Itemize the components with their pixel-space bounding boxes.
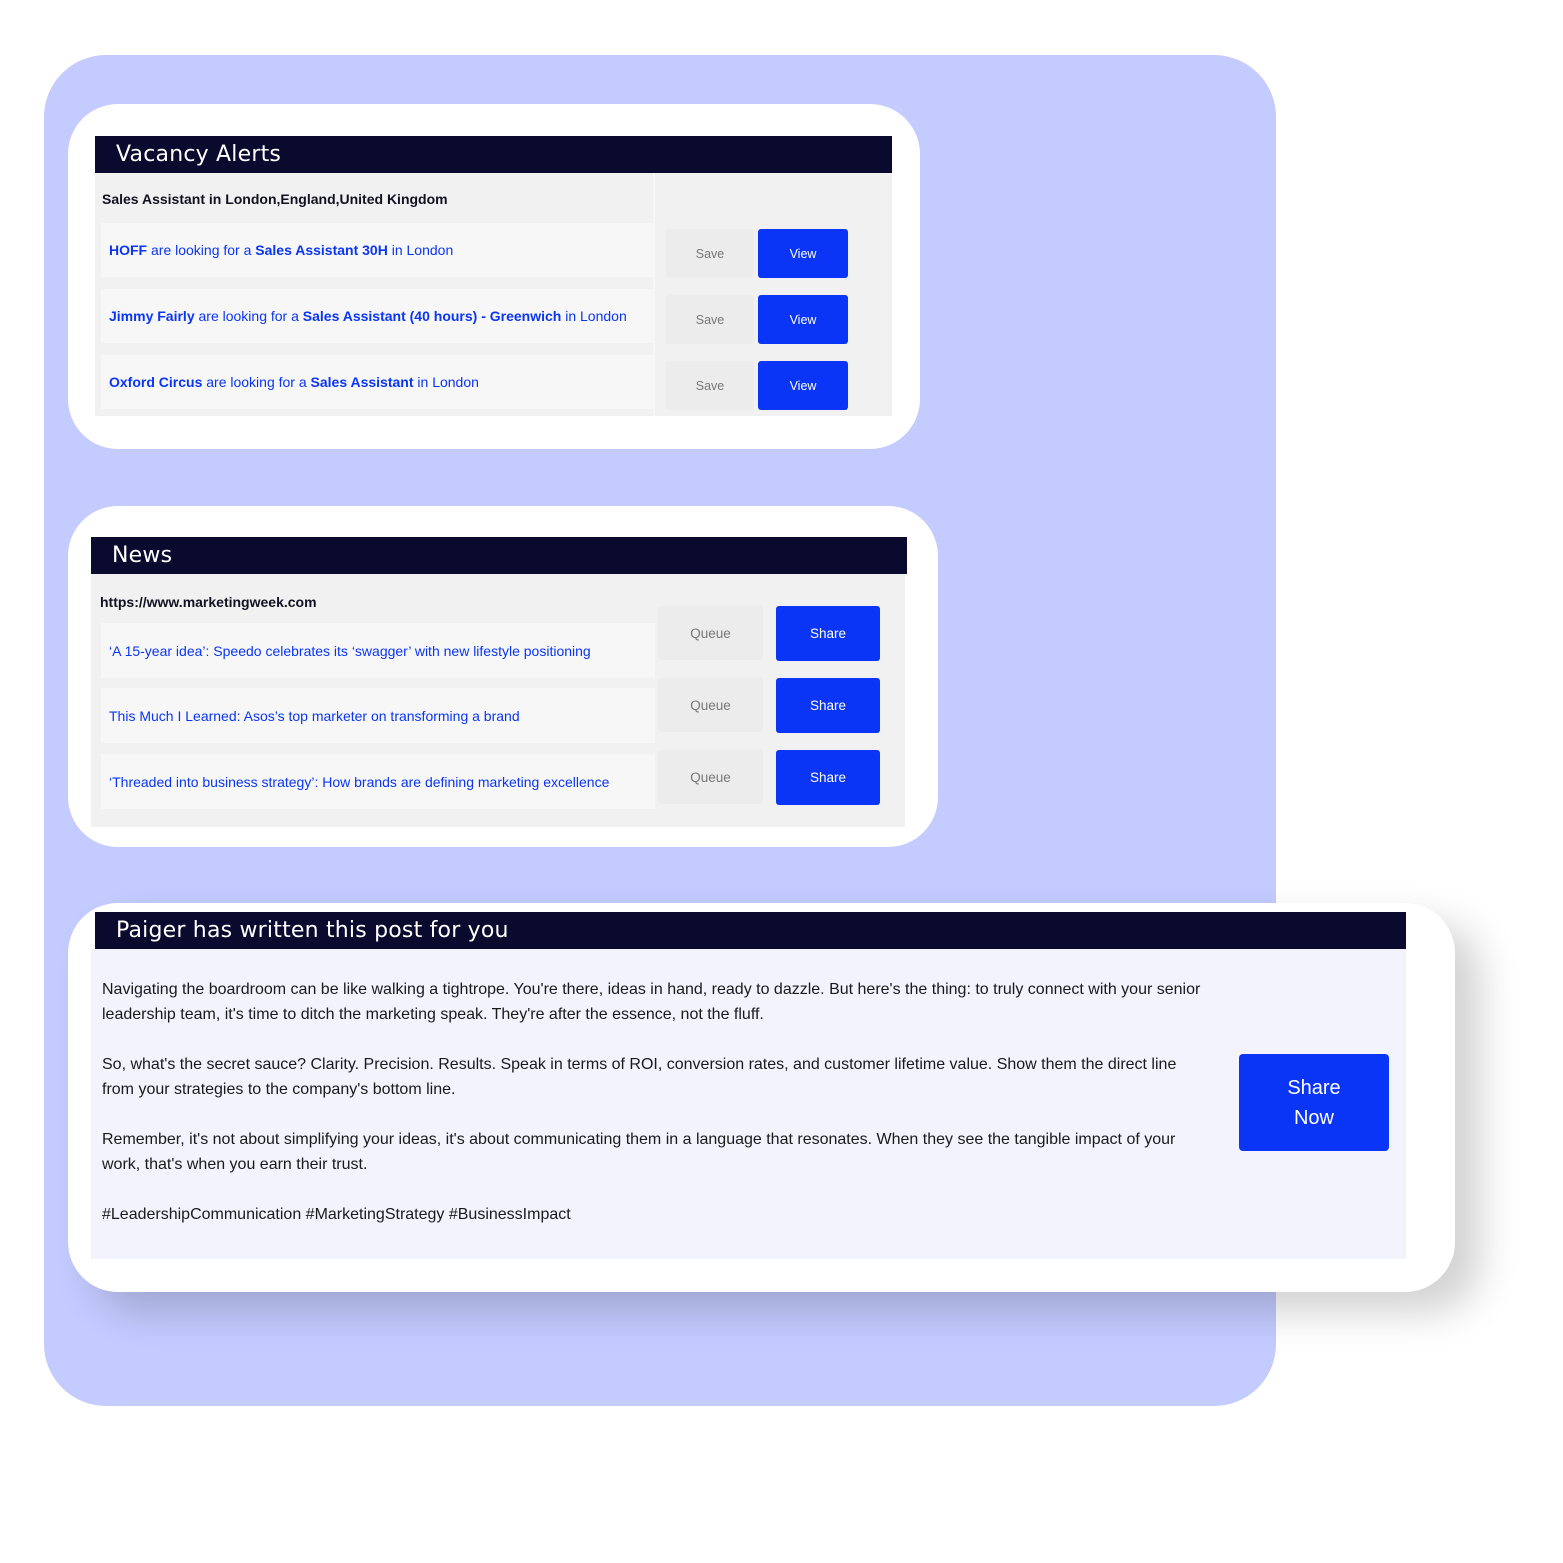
post-paragraph: So, what's the secret sauce? Clarity. Pr… [102,1056,1177,1098]
vacancy-location: in London [561,308,627,324]
share-button[interactable]: Share [776,678,880,733]
save-button[interactable]: Save [666,361,754,410]
post-paragraph: Remember, it's not about simplifying you… [102,1131,1176,1173]
column-divider [653,173,655,416]
vacancy-alerts-card: Vacancy Alerts Sales Assistant in London… [68,104,920,449]
news-item[interactable]: ‘A 15-year idea’: Speedo celebrates its … [101,623,655,678]
vacancy-alerts-body: Sales Assistant in London,England,United… [95,173,892,416]
save-button[interactable]: Save [666,295,754,344]
save-button[interactable]: Save [666,229,754,278]
news-headline[interactable]: ‘A 15-year idea’: Speedo celebrates its … [109,643,591,659]
post-title: Paiger has written this post for you [95,912,1406,949]
news-headline[interactable]: ‘Threaded into business strategy’: How b… [109,774,609,790]
news-title: News [91,537,907,574]
share-button[interactable]: Share [776,750,880,805]
vacancy-role: Sales Assistant 30H [255,242,388,258]
news-card: News https://www.marketingweek.com ‘A 15… [68,506,938,847]
view-button[interactable]: View [758,361,848,410]
vacancy-company: Jimmy Fairly [109,308,195,324]
vacancy-company: HOFF [109,242,148,258]
vacancy-location: in London [387,242,454,258]
vacancy-company: Oxford Circus [109,374,203,390]
post-text: Navigating the boardroom can be like wal… [102,977,1212,1252]
vacancy-role: Sales Assistant [310,374,414,390]
vacancy-role: Sales Assistant (40 hours) - Greenwich [302,308,562,324]
share-now-button[interactable]: Share Now [1239,1054,1389,1151]
queue-button[interactable]: Queue [658,678,763,732]
share-button[interactable]: Share [776,606,880,661]
news-item[interactable]: This Much I Learned: Asos’s top marketer… [101,688,655,743]
vacancy-item[interactable]: Oxford Circus are looking for a Sales As… [101,355,653,409]
vacancy-item[interactable]: Jimmy Fairly are looking for a Sales Ass… [101,289,653,343]
queue-button[interactable]: Queue [658,750,763,804]
vacancy-alerts-title: Vacancy Alerts [95,136,892,173]
news-body: https://www.marketingweek.com ‘A 15-year… [91,574,905,827]
post-hashtags: #LeadershipCommunication #MarketingStrat… [102,1206,571,1223]
vacancy-connector: are looking for a [202,374,311,390]
vacancy-location: in London [413,374,479,390]
vacancy-connector: are looking for a [194,308,303,324]
vacancy-item[interactable]: HOFF are looking for a Sales Assistant 3… [101,223,653,277]
view-button[interactable]: View [758,229,848,278]
view-button[interactable]: View [758,295,848,344]
queue-button[interactable]: Queue [658,606,763,660]
vacancy-group-title: Sales Assistant in London,England,United… [102,191,448,207]
news-item[interactable]: ‘Threaded into business strategy’: How b… [101,754,655,809]
news-headline[interactable]: This Much I Learned: Asos’s top marketer… [109,708,520,724]
vacancy-connector: are looking for a [147,242,256,258]
post-body: Navigating the boardroom can be like wal… [91,949,1406,1259]
post-paragraph: Navigating the boardroom can be like wal… [102,981,1201,1023]
generated-post-card: Paiger has written this post for you Nav… [68,903,1455,1292]
news-source: https://www.marketingweek.com [100,594,317,610]
